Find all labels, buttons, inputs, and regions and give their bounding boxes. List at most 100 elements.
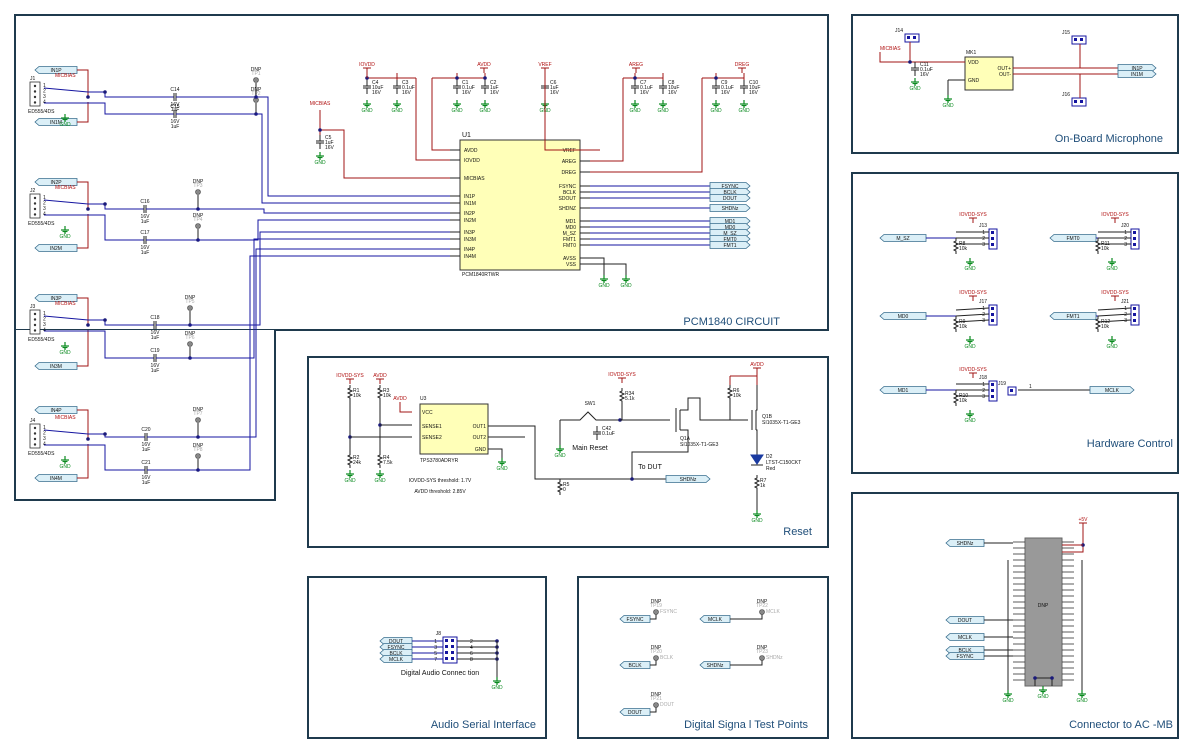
net-port[interactable]: DOUT [709,194,751,203]
dnp-label: DNP [185,331,196,337]
capacitor: C1516V1uF [167,104,183,130]
net-port[interactable]: MCLK [945,633,985,642]
ground-icon: GND [657,100,669,114]
net-port[interactable]: DOUT [945,616,985,625]
header-pin [1133,237,1136,240]
net-port[interactable]: MCLK [379,655,413,664]
jack-pin [33,101,37,104]
junction-dot [86,207,90,211]
ground-icon: GND [964,336,976,350]
ground-label: GND [59,350,71,356]
rail-label: IOVDD-SYS [959,212,987,218]
power-rail-icon: AVDD [477,62,491,73]
resistor: R1110k [1094,238,1110,254]
header-pin [445,651,448,654]
net-port[interactable]: IN4M [34,474,78,483]
ground-label: GND [59,464,71,470]
jack-pin [33,90,37,93]
capacitor: C110.1uF16V [911,62,933,78]
dnp-label: DNP [193,443,204,449]
header-pin [451,639,454,642]
net-port[interactable]: FMT1 [1049,312,1097,321]
ac-mb-connector: DNP+5VSHDNzDOUTMCLKBCLKFSYNCGND GNDGND [945,517,1088,704]
resistor: R1010k [952,390,968,406]
ground-label: GND [1076,698,1088,704]
wire [756,385,758,411]
net-port[interactable]: FMT0 [1049,234,1097,243]
wire [77,69,89,97]
dnp-label: DNP [1038,603,1049,609]
micbias-label: MICBIAS [55,73,76,79]
net-port[interactable]: IN1M [1117,70,1157,79]
wire [726,385,734,401]
wire [753,475,761,491]
net-port[interactable]: IN1M [34,118,78,127]
ground-label: GND [554,453,566,459]
res-value: 5.1k [625,396,635,402]
net-port[interactable]: IN2M [34,244,78,253]
test-point-pad [187,341,193,347]
net-port[interactable]: SHDNz [699,661,731,670]
capacitor: C61uF16V [541,80,560,96]
header-ref: J15 [1062,30,1070,36]
net-port[interactable]: FMT1 [709,241,751,250]
ic-pin-label: MICBIAS [464,176,485,182]
net-port[interactable]: DOUT [619,708,651,717]
res-value: 24k [353,460,362,466]
cap-voltage: 16V [402,90,412,96]
net-port[interactable]: BCLK [619,661,651,670]
ic-pin-label: SDOUT [559,196,577,202]
test-point-pad [195,417,201,423]
net-port[interactable]: M_SZ [879,234,927,243]
port-label: SHDNz [707,663,724,669]
wire [44,214,137,241]
header-pin [907,36,910,39]
cap-value: 1uF [151,335,160,341]
port-label: SHDNz [722,206,739,212]
resistor: R71k [753,475,767,491]
resistor: R224k [346,452,362,468]
pin-header: J19 [998,381,1017,396]
net-port[interactable]: FSYNC [945,652,985,661]
net-port[interactable]: MCLK [699,615,731,624]
ic-pin-label: SENSE2 [422,435,442,441]
wire [680,404,689,411]
net-port[interactable]: SHDNz [665,475,711,484]
net-port[interactable]: SHDNz [709,204,751,213]
net-port[interactable]: IN4P [34,406,78,415]
net-port[interactable]: MD0 [879,312,927,321]
reset-circuit: IOVDD-SYS AVDD R110k R224k R310k R47.5k GND GND… [336,362,801,524]
wire [190,231,450,326]
ic-pin-label: IN2P [464,211,476,217]
net-port[interactable]: MD1 [879,386,927,395]
junction-dot [483,76,487,80]
cap-voltage: 16V [668,90,678,96]
audio-serial-interface: J8DOUT 1 2FSYNC 3 4BCLK 5 6MCLK 7 8GNDDigital Au… [379,631,503,691]
wire [687,397,730,421]
test-point-net: SHDNz [766,655,783,661]
header-pin-number: 3 [982,318,985,324]
ic-pin-label: VCC [422,410,433,416]
test-point: TP3DNP [193,179,204,195]
jack-ref: J2 [30,188,36,194]
ic-pin-label: OUT2 [473,435,487,441]
port-label: IN4P [50,408,62,414]
wire [43,199,137,210]
net-port[interactable]: SHDNz [945,539,985,548]
cap-voltage: 16V [640,90,650,96]
port-label: MCLK [1105,388,1120,394]
cap-voltage: 16V [749,90,759,96]
header-ref: J19 [998,381,1006,387]
jack-ref: J1 [30,76,36,82]
wire [376,452,384,468]
resistor: R310k [376,385,392,401]
hw-frame-title: Hardware Control [1087,438,1173,450]
jack-part: ED555/4DS [28,109,55,115]
net-port[interactable]: FSYNC [619,615,651,624]
net-port[interactable]: IN3M [34,362,78,371]
wire [256,113,450,204]
header-ref: J13 [979,223,987,229]
jack-pin [33,426,37,430]
net-port[interactable]: MCLK [1089,386,1135,395]
connector-body [1024,537,1063,687]
